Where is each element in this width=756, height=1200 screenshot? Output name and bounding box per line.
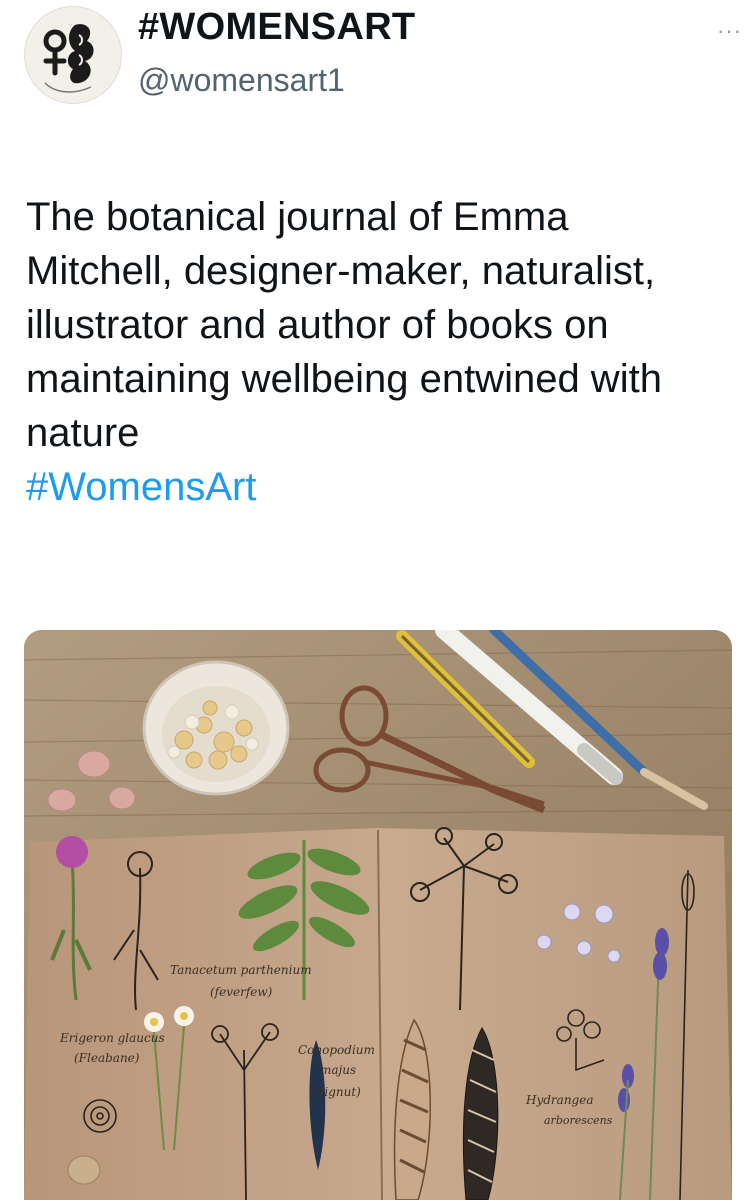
label-arborescens: arborescens <box>544 1114 613 1127</box>
shell-bowl <box>142 660 290 796</box>
botanical-journal-photo: Tanacetum parthenium (feverfew) Erigeron… <box>24 630 732 1200</box>
tweet-photo[interactable]: Tanacetum parthenium (feverfew) Erigeron… <box>24 630 732 1200</box>
label-pignut: (pignut) <box>312 1085 361 1099</box>
avatar[interactable] <box>24 6 122 104</box>
account-handle[interactable]: @womensart1 <box>138 62 345 99</box>
label-hydrangea: Hydrangea <box>525 1093 593 1107</box>
label-erigeron: Erigeron glaucus <box>59 1031 165 1045</box>
label-majus: majus <box>320 1063 356 1077</box>
label-conopodium: Conopodium <box>298 1043 375 1057</box>
display-name[interactable]: #WOMENSART <box>138 6 415 49</box>
tweet-text: The botanical journal of Emma Mitchell, … <box>26 190 726 514</box>
label-tanacetum: Tanacetum parthenium <box>170 963 312 977</box>
notebook <box>24 828 732 1200</box>
label-feverfew: (feverfew) <box>210 985 273 999</box>
hashtag-link[interactable]: #WomensArt <box>26 465 256 509</box>
womensart-logo-icon <box>26 8 120 102</box>
label-fleabane: (Fleabane) <box>74 1051 140 1065</box>
more-options-icon[interactable]: ··· <box>717 18 742 44</box>
tweet-body: The botanical journal of Emma Mitchell, … <box>26 195 662 455</box>
